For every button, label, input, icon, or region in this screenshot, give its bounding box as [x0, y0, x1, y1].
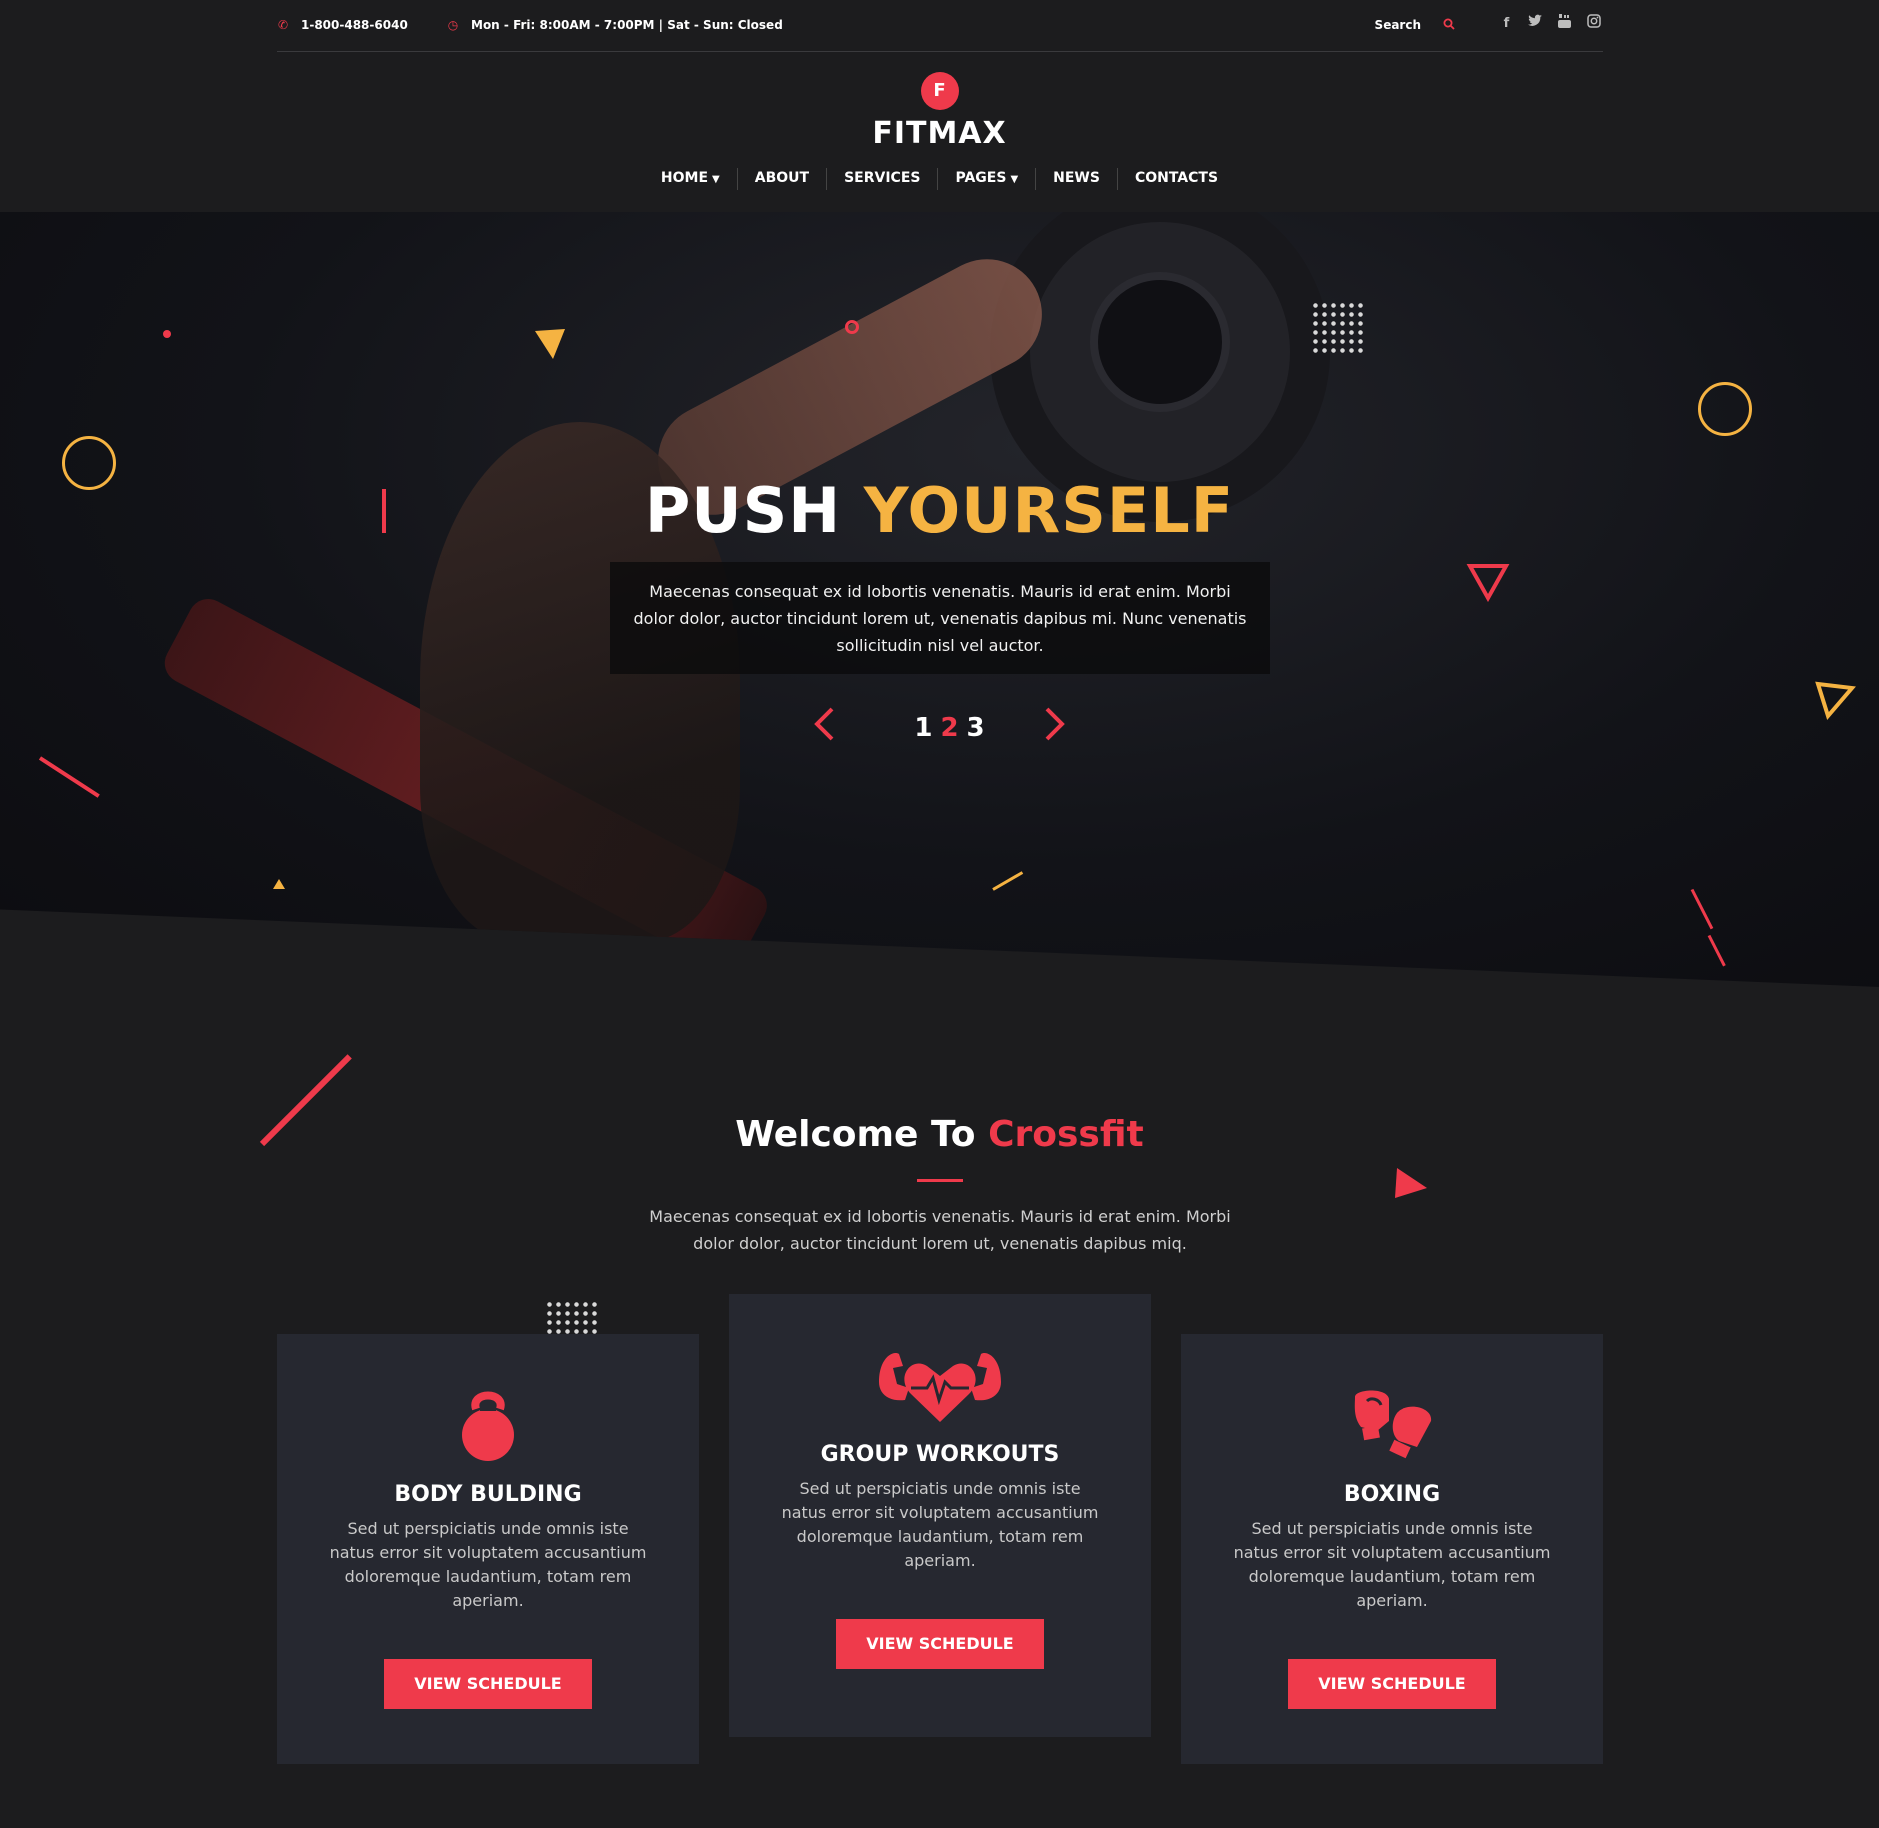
line-decoration — [1690, 888, 1714, 930]
slide-number[interactable]: 1 — [914, 713, 932, 743]
welcome-title-main: Welcome To — [735, 1114, 976, 1155]
triangle-decoration — [273, 879, 285, 889]
view-schedule-button[interactable]: VIEW SCHEDULE — [1288, 1659, 1496, 1709]
hero-title-main: PUSH — [644, 474, 842, 547]
site-logo[interactable]: F FITMAX — [0, 72, 1879, 151]
clock-icon: ◷ — [447, 18, 459, 32]
logo-badge: F — [920, 72, 959, 110]
hero-slider: PUSH YOURSELF Maecenas consequat ex id l… — [0, 212, 1879, 987]
nav-item-pages[interactable]: PAGES ▼ — [937, 168, 1035, 190]
weight-plate-hub-image — [1090, 272, 1230, 412]
hero-text: Maecenas consequat ex id lobortis venena… — [633, 582, 1247, 655]
heart-muscle-icon — [729, 1340, 1151, 1430]
line-decoration — [1707, 934, 1726, 967]
view-schedule-button[interactable]: VIEW SCHEDULE — [384, 1659, 592, 1709]
opening-hours: Mon - Fri: 8:00AM - 7:00PM | Sat - Sun: … — [471, 18, 783, 32]
card-text: Sed ut perspiciatis unde omnis iste natu… — [329, 1519, 647, 1610]
chevron-down-icon: ▼ — [712, 174, 720, 185]
phone-info[interactable]: ✆ 1-800-488-6040 — [277, 16, 408, 34]
hero-title: PUSH YOURSELF — [0, 474, 1879, 547]
instagram-icon[interactable] — [1584, 13, 1603, 33]
nav-label: HOME — [660, 170, 709, 186]
phone-icon: ✆ — [277, 18, 289, 32]
top-bar: ✆ 1-800-488-6040 ◷ Mon - Fri: 8:00AM - 7… — [277, 0, 1603, 52]
service-card-group-workouts: GROUP WORKOUTS Sed ut perspiciatis unde … — [729, 1294, 1151, 1737]
hero-description: Maecenas consequat ex id lobortis venena… — [610, 562, 1270, 674]
nav-item-about[interactable]: ABOUT — [736, 168, 826, 190]
chevron-down-icon: ▼ — [1010, 174, 1019, 185]
card-title: BOXING — [1343, 1482, 1441, 1507]
social-links: f — [1497, 13, 1603, 33]
view-schedule-button[interactable]: VIEW SCHEDULE — [836, 1619, 1044, 1669]
service-card-boxing: BOXING Sed ut perspiciatis unde omnis is… — [1181, 1334, 1603, 1764]
main-nav: HOME ▼ ABOUT SERVICES PAGES ▼ NEWS CONTACT… — [0, 168, 1879, 190]
nav-item-contacts[interactable]: CONTACTS — [1116, 168, 1235, 190]
nav-item-news[interactable]: NEWS — [1035, 168, 1117, 190]
dot-decoration — [163, 330, 171, 338]
nav-label: PAGES — [955, 170, 1007, 186]
triangle-decoration — [535, 329, 565, 359]
nav-label: NEWS — [1053, 170, 1100, 186]
nav-label: ABOUT — [754, 170, 810, 186]
welcome-title: Welcome To Crossfit — [0, 1114, 1879, 1155]
dots-decoration — [1311, 301, 1365, 355]
facebook-icon[interactable]: f — [1497, 14, 1516, 33]
chevron-right-icon[interactable] — [1035, 706, 1075, 749]
hero-title-accent: YOURSELF — [863, 474, 1235, 547]
title-underline — [917, 1179, 963, 1182]
boxing-gloves-icon — [1181, 1380, 1603, 1470]
dots-decoration — [545, 1300, 599, 1336]
ring-decoration — [1698, 382, 1752, 436]
card-text: Sed ut perspiciatis unde omnis iste natu… — [1233, 1519, 1551, 1610]
card-text: Sed ut perspiciatis unde omnis iste natu… — [781, 1479, 1099, 1570]
slide-numbers: 1 2 3 — [914, 713, 984, 743]
slider-pager: 1 2 3 — [0, 706, 1879, 749]
hours-info: ◷ Mon - Fri: 8:00AM - 7:00PM | Sat - Sun… — [447, 16, 783, 34]
search-toggle[interactable]: Search — [1375, 16, 1455, 34]
triangle-outline-decoration — [1466, 564, 1510, 602]
card-title: BODY BULDING — [394, 1482, 582, 1507]
search-icon[interactable] — [1443, 18, 1455, 33]
small-ring-decoration — [845, 320, 859, 334]
line-decoration — [38, 756, 100, 798]
triangle-decoration — [1395, 1168, 1427, 1198]
kettlebell-icon — [277, 1380, 699, 1470]
slide-number[interactable]: 3 — [967, 713, 985, 743]
nav-label: SERVICES — [844, 170, 921, 186]
welcome-text: Maecenas consequat ex id lobortis venena… — [649, 1207, 1231, 1253]
nav-item-home[interactable]: HOME ▼ — [644, 168, 737, 190]
twitter-icon[interactable] — [1526, 14, 1545, 33]
phone-number: 1-800-488-6040 — [301, 18, 408, 32]
line-decoration — [992, 871, 1024, 891]
chevron-left-icon[interactable] — [804, 706, 844, 749]
service-card-body-building: BODY BULDING Sed ut perspiciatis unde om… — [277, 1334, 699, 1764]
card-title: GROUP WORKOUTS — [820, 1442, 1060, 1467]
logo-name: FITMAX — [872, 116, 1007, 151]
youtube-icon[interactable] — [1555, 13, 1574, 33]
nav-item-services[interactable]: SERVICES — [826, 168, 937, 190]
slide-number-active[interactable]: 2 — [940, 713, 958, 743]
nav-label: CONTACTS — [1134, 170, 1219, 186]
search-label: Search — [1374, 18, 1421, 32]
welcome-title-accent: Crossfit — [988, 1114, 1144, 1155]
